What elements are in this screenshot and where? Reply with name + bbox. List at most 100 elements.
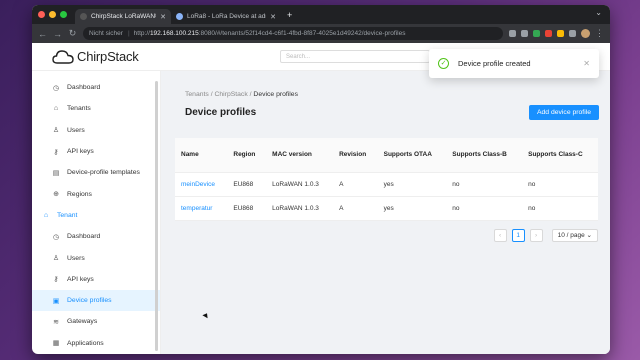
table-body: meinDevice EU868 LoRaWAN 1.0.3 Ayes no no temp… [175,172,598,221]
close-toast-icon[interactable]: ✕ [583,59,590,68]
sidebar-item-device-profile-templates[interactable]: ▤ Device-profile templates [32,162,160,183]
search-input[interactable]: Search... [280,50,430,63]
breadcrumb-tenant[interactable]: ChirpStack [214,91,247,98]
column-header: Supports OTAA [377,138,447,173]
next-page-button[interactable]: › [529,228,543,242]
table-cell: no [446,172,523,197]
key-icon: ⚷ [53,276,59,284]
sidebar-item-label: Users [67,254,85,262]
browser-tab-chirpstack[interactable]: ChirpStack LoRaWAN® Netwo ✕ [75,9,171,24]
address-bar: ← → ↻ Nicht sicher | http://192.168.100.… [32,24,610,43]
tab-title: LoRa8 - LoRa Device at admi [187,13,267,20]
sidebar-item-users[interactable]: ♙ Users [32,120,160,141]
table-cell: LoRaWAN 1.0.3 [266,172,334,197]
table-header-row: Name Region MAC version Revision Supports OT… [175,138,598,173]
close-window-button[interactable] [38,11,45,18]
browser-window: ChirpStack LoRaWAN® Netwo ✕ LoRa8 - LoRa… [32,5,610,354]
sidebar: ◷ Dashboard ⌂ Tenants ♙ Users ⚷ API keys ▤ Device… [32,71,161,354]
sidebar-item-label: Device-profile templates [67,169,140,177]
url-host: 192.168.100.215 [149,30,199,37]
extension-icon[interactable] [557,30,564,37]
sidebar-item-gateways[interactable]: ≋ Gateways [32,311,160,332]
chirpstack-logo[interactable]: ChirpStack [52,49,139,65]
device-profiles-table: Name Region MAC version Revision Supports OT… [175,138,598,221]
extension-icon[interactable] [545,30,552,37]
page-size-select[interactable]: 10 / page ⌄ [551,228,598,242]
table-cell: EU868 [227,196,267,221]
key-icon: ⚷ [53,148,59,156]
table-row: meinDevice EU868 LoRaWAN 1.0.3 Ayes no no [175,172,598,197]
url-path: :8080/#/tenants/52f14cd4-c6f1-4fbd-8f87-… [198,30,406,37]
sidebar-item-dashboard[interactable]: ◷ Dashboard [32,226,160,247]
sidebar-scrollbar[interactable] [155,81,158,351]
table-cell: A [333,172,378,197]
sidebar-item-api-keys[interactable]: ⚷ API keys [32,269,160,290]
user-icon: ♙ [52,127,60,135]
share-icon[interactable] [509,30,516,37]
back-arrow-icon[interactable]: ← [38,29,47,39]
url-field[interactable]: Nicht sicher | http://192.168.100.215:80… [83,27,503,40]
reload-icon[interactable]: ↻ [68,28,77,39]
sidebar-item-label: Users [67,126,85,134]
sidebar-item-device-profiles[interactable]: ▣ Device profiles [32,289,160,312]
sidebar-item-label: Applications [67,339,104,347]
logo-text: ChirpStack [77,49,139,64]
column-header: Supports Class-B [446,138,523,173]
device-profile-name-link[interactable]: temperatur [175,196,228,221]
sidebar-item-label: Tenants [67,105,91,113]
sidebar-item-label: API keys [67,275,94,283]
breadcrumb-tenants[interactable]: Tenants [185,91,209,98]
sidebar-item-applications[interactable]: ▦ Applications [32,333,160,354]
profile-avatar[interactable] [581,29,590,38]
puzzle-extensions-icon[interactable] [569,30,576,37]
table-cell: no [522,196,598,221]
bookmark-star-icon[interactable] [521,30,528,37]
sidebar-item-label: Device profiles [67,297,112,305]
column-header: Revision [333,138,378,173]
minimize-window-button[interactable] [49,11,56,18]
user-icon: ♙ [52,255,60,263]
extension-icon[interactable] [533,30,540,37]
sidebar-item-regions[interactable]: ⊕ Regions [32,183,160,204]
close-tab-icon[interactable]: ✕ [160,13,166,21]
table-cell: no [446,196,523,221]
check-circle-icon: ✓ [438,58,449,69]
main-content: Tenants / ChirpStack / Device profiles D… [161,71,610,354]
region-icon: ⊕ [53,191,59,199]
sidebar-item-api-keys[interactable]: ⚷ API keys [32,141,160,162]
device-profile-icon: ▣ [52,297,60,305]
sidebar-item-dashboard[interactable]: ◷ Dashboard [32,77,160,98]
sidebar-item-label: Regions [67,190,92,198]
browser-tab-lora8[interactable]: LoRa8 - LoRa Device at admi ✕ [171,9,281,24]
pagination: ‹ 1 › 10 / page ⌄ [175,228,598,242]
sidebar-item-users[interactable]: ♙ Users [32,247,160,268]
breadcrumb: Tenants / ChirpStack / Device profiles [185,91,298,98]
browser-menu-icon[interactable]: ⋮ [595,28,604,39]
close-tab-icon[interactable]: ✕ [270,13,276,21]
app-body: ◷ Dashboard ⌂ Tenants ♙ Users ⚷ API keys ▤ Device… [32,71,610,354]
sidebar-item-label: Dashboard [67,233,101,241]
add-device-profile-button[interactable]: Add device profile [528,105,599,120]
tab-search-chevron-icon[interactable]: ⌄ [595,8,602,17]
prev-page-button[interactable]: ‹ [493,228,507,242]
chevron-down-icon: ⌄ [586,231,592,239]
page-1-button[interactable]: 1 [511,228,525,242]
sidebar-item-tenants[interactable]: ⌂ Tenants [32,98,160,119]
sidebar-menu: ◷ Dashboard ⌂ Tenants ♙ Users ⚷ API keys ▤ Device… [32,77,160,354]
device-profiles-card: Name Region MAC version Revision Supports OT… [175,138,598,221]
forward-arrow-icon[interactable]: → [53,29,62,39]
new-tab-icon[interactable]: + [287,10,292,20]
table-cell: A [333,196,378,221]
toast-message: Device profile created [458,59,531,68]
chirpstack-favicon-icon [80,13,87,20]
cloud-logo-icon [52,49,74,64]
sidebar-item-tenant[interactable]: ⌂ Tenant [32,205,160,226]
table-row: temperatur EU868 LoRaWAN 1.0.3 Ayes no no [175,196,598,221]
globe-favicon-icon [176,13,183,20]
home-icon: ⌂ [53,105,59,113]
browser-tab-bar: ChirpStack LoRaWAN® Netwo ✕ LoRa8 - LoRa… [32,5,610,24]
maximize-window-button[interactable] [60,11,67,18]
table-cell: yes [377,196,447,221]
table-cell: no [522,172,598,197]
device-profile-name-link[interactable]: meinDevice [175,172,228,197]
